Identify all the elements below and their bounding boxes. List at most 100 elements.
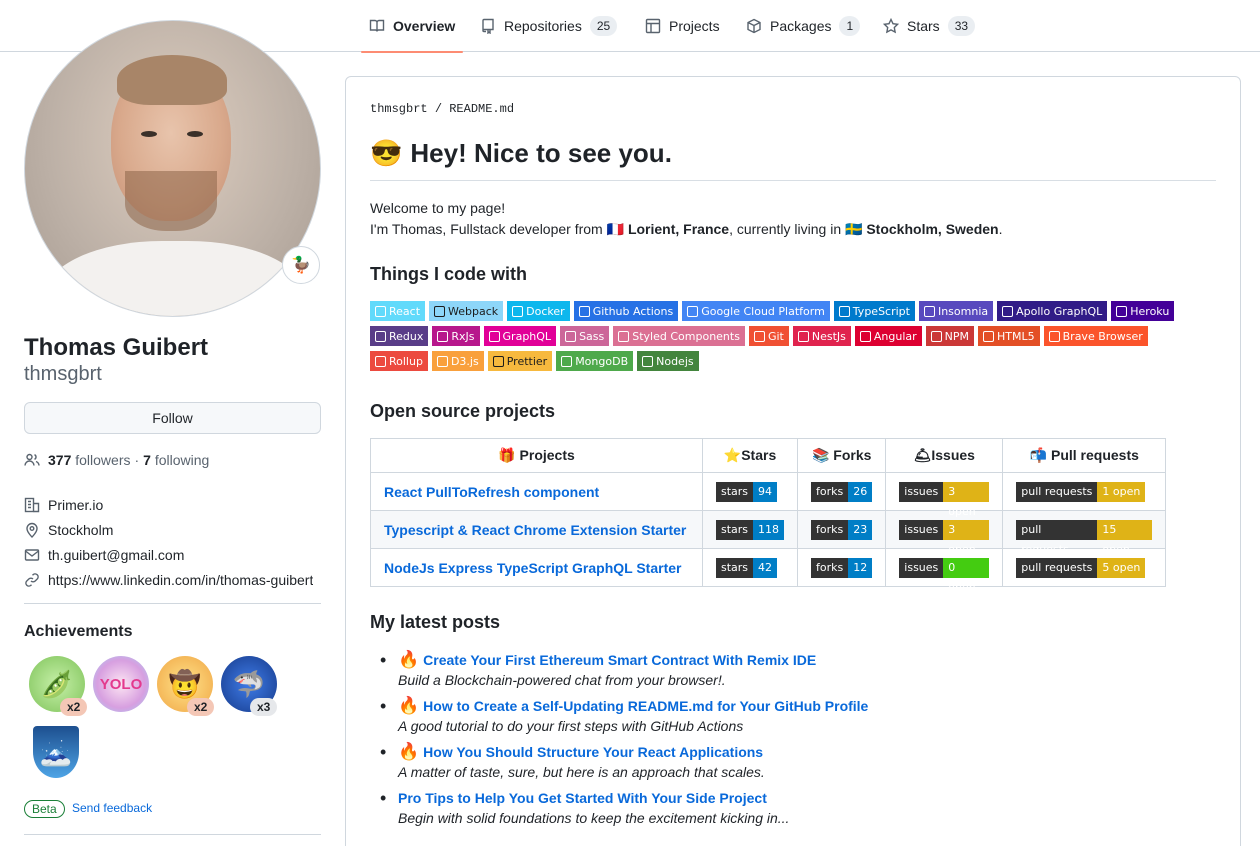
tech-badge: Sass [560,326,610,346]
code-section-title: Things I code with [370,264,527,284]
achievement-yolo-icon[interactable]: YOLO [93,656,149,712]
following-count: 7 [143,452,151,468]
tech-badge-label: Apollo GraphQL [1016,304,1103,318]
tech-badge: NestJs [792,326,851,346]
shield-label: stars [716,481,754,502]
tech-logo-icon [1048,330,1060,342]
profile-details: Primer.io Stockholm th.guibert@gmail.com… [24,492,321,592]
header-pull-requests: 📬 Pull requests [1002,438,1167,473]
bell-icon: 🛎 [913,447,932,463]
tech-logo-icon [437,330,449,342]
forks-cell[interactable]: forks 23 [797,510,887,549]
tab-stars[interactable]: Stars 33 [883,0,976,52]
tab-packages[interactable]: Packages 1 [746,0,861,52]
post-link[interactable]: 🔥How to Create a Self-Updating README.md… [398,696,868,716]
project-link[interactable]: React PullToRefresh component [370,472,703,511]
tech-badge: Nodejs [637,351,699,371]
achievement-count: x3 [250,698,278,716]
post-subtitle: A good tutorial to do your first steps w… [398,718,744,734]
tech-badge: GraphQL [483,326,557,346]
website-link[interactable]: https://www.linkedin.com/in/thomas-guibe… [48,572,313,588]
stars-cell[interactable]: stars 118 [701,510,799,549]
post-link[interactable]: 🔥Create Your First Ethereum Smart Contra… [398,650,868,670]
prs-cell[interactable]: pull requests 1 open [1002,472,1167,511]
issues-cell[interactable]: issues 3 open [885,472,1004,518]
star-icon [883,18,899,34]
sunglasses-icon: 😎 [370,138,403,168]
company[interactable]: Primer.io [48,497,103,513]
tab-projects[interactable]: Projects [645,0,720,52]
issues-cell[interactable]: issues 3 open [885,510,1004,556]
tech-logo-icon [930,330,942,342]
shield-label: issues [899,557,944,578]
followers-link[interactable]: 377 followers [48,452,131,468]
readme-heading: 😎 Hey! Nice to see you. [370,138,672,169]
intro-part: , currently living in [729,221,846,237]
website-item: https://www.linkedin.com/in/thomas-guibe… [24,567,321,592]
issues-shield: issues 3 open [899,519,990,556]
fire-icon: 🔥 [398,650,420,669]
follow-button[interactable]: Follow [24,402,321,434]
tech-badge: Prettier [487,351,553,371]
email-link[interactable]: th.guibert@gmail.com [48,547,184,563]
sidebar-divider [24,834,321,835]
shield-label: forks [811,481,849,502]
tech-logo-icon [578,305,590,317]
header-label: Pull requests [1050,447,1139,463]
shield-value: 118 [753,519,785,540]
stars-cell[interactable]: stars 42 [701,548,799,587]
followers-count: 377 [48,452,72,468]
forks-cell[interactable]: forks 12 [797,548,887,587]
forks-cell[interactable]: forks 26 [797,472,887,511]
header-label: Projects [519,447,575,463]
table-row: React PullToRefresh component stars 94 fork… [370,472,1167,518]
sweden-flag-icon: 🇸🇪 [845,221,863,237]
send-feedback-link[interactable]: Send feedback [72,801,152,815]
location: Stockholm [48,521,114,538]
repo-icon [482,18,494,34]
tech-badge-label: Styled Components [632,329,740,343]
post-link[interactable]: 🔥How You Should Structure Your React App… [398,742,868,762]
issues-shield: issues 3 open [899,481,990,518]
achievement-emoji: YOLO [99,675,143,693]
tab-label: Overview [393,18,456,34]
following-link[interactable]: 7 following [143,452,209,468]
readme-path-user[interactable]: thmsgbrt [370,102,428,116]
shield-value: 42 [753,557,778,578]
tab-repositories[interactable]: Repositories 25 [480,0,618,52]
tech-badge: NPM [925,326,975,346]
shield-value: 0 open [943,557,990,594]
issues-cell[interactable]: issues 0 open [885,548,1004,594]
project-link[interactable]: NodeJs Express TypeScript GraphQL Starte… [370,548,703,587]
follow-separator: · [134,452,140,468]
post-subtitle: Build a Blockchain-powered chat from you… [398,672,726,688]
post-link[interactable]: Pro Tips to Help You Get Started With Yo… [398,788,868,808]
tech-logo-icon [923,305,935,317]
location-icon [26,522,38,538]
tech-badge-label: D3.js [450,354,479,368]
sidebar-divider [24,603,321,604]
tech-badge-label: Git [767,329,784,343]
avatar-hair [117,55,227,105]
tech-logo-icon [375,330,386,342]
post-title: Pro Tips to Help You Get Started With Yo… [398,790,767,806]
following-label: following [154,452,210,468]
link-icon [25,572,39,587]
stars-shield: stars 118 [716,519,785,540]
mail-icon [24,548,40,561]
header-label: Forks [833,447,872,463]
tab-overview[interactable]: Overview [360,0,464,53]
prs-cell[interactable]: pull requests 15 open [1002,510,1167,556]
achievement-arctic-code-vault-icon[interactable]: 🗻 [33,726,79,778]
project-link[interactable]: Typescript & React Chrome Extension Star… [370,510,703,549]
tech-logo-icon [1116,305,1128,317]
tech-badge-label: RxJs [451,329,475,343]
fire-icon: 🔥 [398,742,420,761]
avatar[interactable] [24,20,321,317]
forks-shield: forks 23 [811,519,873,540]
shield-label: pull requests [1016,481,1098,502]
achievement-emoji: 🤠 [168,668,202,699]
company-item: Primer.io [24,492,321,517]
stars-cell[interactable]: stars 94 [701,472,799,511]
status-duck-icon[interactable]: 🦆 [282,246,320,284]
